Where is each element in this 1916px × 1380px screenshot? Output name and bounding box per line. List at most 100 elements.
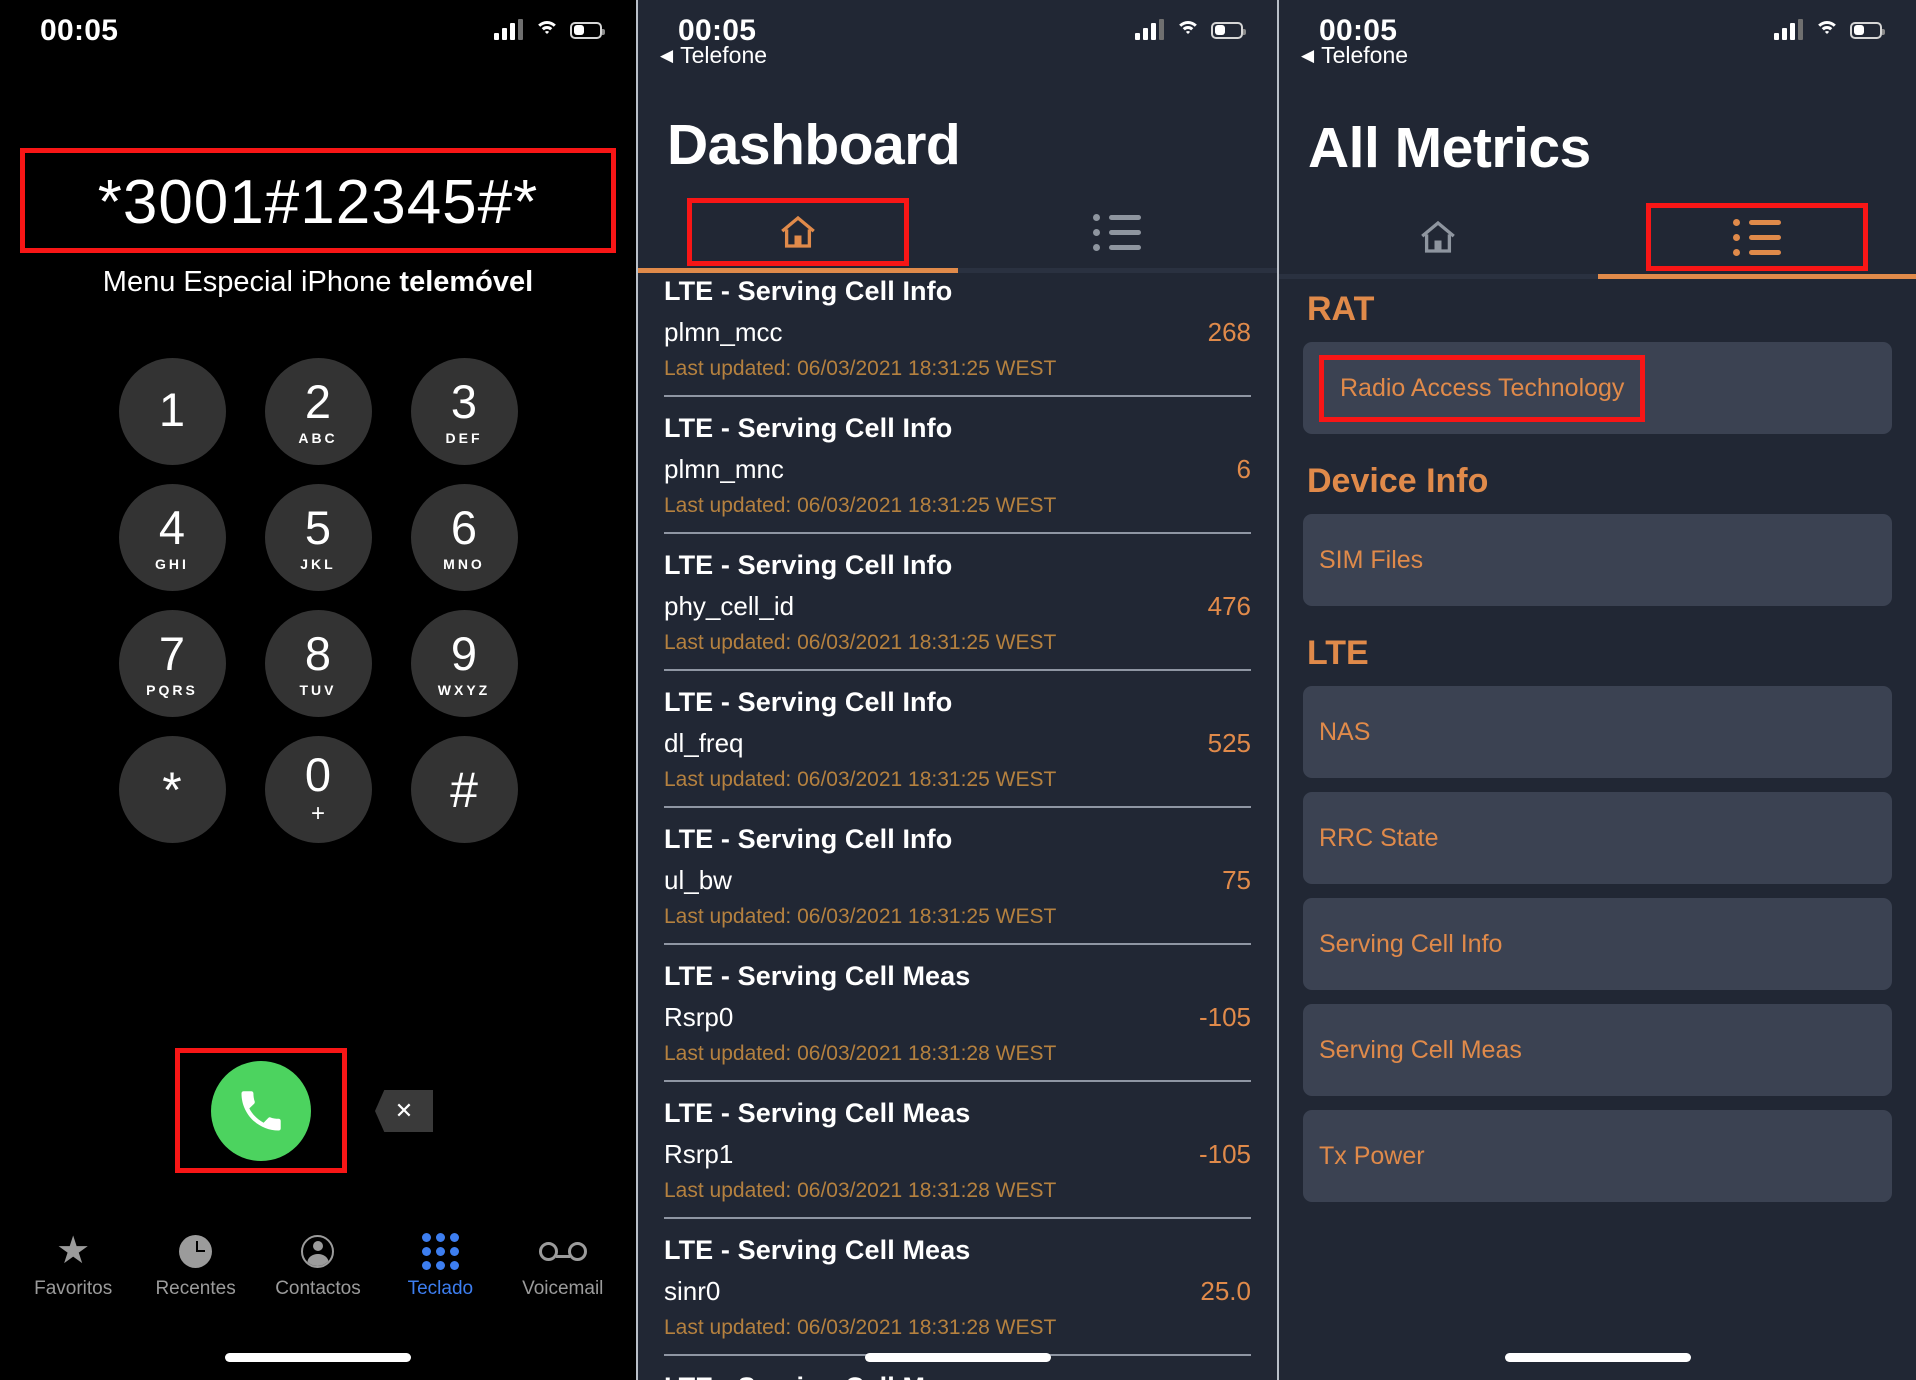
key-digit: 7 [158, 626, 186, 680]
key-letters: TUV [299, 681, 337, 698]
tab-recentes[interactable]: Recentes [144, 1233, 248, 1300]
tab-voicemail[interactable]: Voicemail [511, 1233, 615, 1300]
list-item[interactable]: LTE - Serving Cell Meas Rsrp1 -105 Last u… [638, 1082, 1277, 1203]
keypad-key-7[interactable]: 7 PQRS [99, 610, 245, 736]
list-item[interactable]: LTE - Serving Cell Info dl_freq 525 Last … [638, 671, 1277, 792]
metric-key: Rsrp1 [664, 1139, 734, 1169]
metric-value: 25.0 [1200, 1276, 1251, 1306]
keypad-key-3[interactable]: 3 DEF [391, 358, 537, 484]
call-row: ✕ [0, 1048, 636, 1180]
call-button-highlight [175, 1048, 347, 1173]
tab-dashboard[interactable] [638, 195, 958, 269]
keypad-key-2[interactable]: 2 ABC [245, 358, 391, 484]
metric-updated: Last updated: 06/03/2021 18:31:28 WEST [664, 1179, 1057, 1202]
keypad-key-star[interactable]: * [99, 736, 245, 862]
group-title-device-info: Device Info [1307, 462, 1489, 500]
keypad-key-6[interactable]: 6 MNO [391, 484, 537, 610]
metric-card-sim-files[interactable]: SIM Files [1303, 514, 1892, 606]
three-phone-screenshots: 00:05 *3001#12345#* Menu Especial iPhone… [0, 0, 1916, 1380]
dial-caption-bold: telemóvel [399, 266, 534, 299]
page-title: All Metrics [1308, 116, 1591, 180]
home-icon [780, 215, 815, 248]
metric-card-label: Tx Power [1319, 1141, 1425, 1170]
metric-key: sinr0 [664, 1276, 721, 1306]
keypad-key-8[interactable]: 8 TUV [245, 610, 391, 736]
list-item[interactable]: LTE - Serving Cell Meas Rsrp0 -105 Last u… [638, 945, 1277, 1066]
metric-category: LTE - Serving Cell Info [664, 413, 953, 443]
field-test-dashboard-screen: 00:05 ◀ Telefone Dashboard LTE - Serving… [636, 0, 1277, 1380]
call-button[interactable] [211, 1060, 311, 1161]
signal-bars-icon [1135, 19, 1164, 40]
key-letters: WXYZ [437, 681, 491, 698]
wifi-icon [1814, 20, 1839, 40]
tab-label: Recentes [155, 1278, 236, 1299]
metric-key: plmn_mnc [664, 454, 784, 484]
tab-label: Teclado [407, 1278, 474, 1299]
list-item[interactable]: LTE - Serving Cell Meas sinr0 25.0 Last u… [638, 1219, 1277, 1340]
list-item[interactable]: LTE - Serving Cell Info ul_bw 75 Last upd… [638, 808, 1277, 929]
tab-contactos[interactable]: Contactos [266, 1233, 370, 1300]
tab-all-metrics[interactable] [958, 195, 1278, 269]
tab-label: Favoritos [34, 1278, 113, 1299]
keypad-key-4[interactable]: 4 GHI [99, 484, 245, 610]
battery-icon [1850, 21, 1885, 39]
dial-keypad: 1 2 ABC 3 DEF 4 GHI 5 JKL 6 MNO 7 PQRS 8 TUV 9W… [0, 358, 636, 862]
home-indicator[interactable] [864, 1353, 1051, 1362]
keypad-grid-icon [421, 1232, 459, 1270]
phone-tab-bar: ★ Favoritos Recentes Contactos Teclado V… [0, 1232, 636, 1328]
metric-updated: Last updated: 06/03/2021 18:31:25 WEST [664, 357, 1057, 380]
metric-card-rrc-state[interactable]: RRC State [1303, 792, 1892, 884]
metric-card-label: Radio Access Technology [1319, 354, 1646, 422]
metric-category: LTE - Serving Cell Info [664, 824, 953, 854]
back-to-telefone-link[interactable]: ◀ Telefone [1301, 42, 1408, 69]
keypad-key-0[interactable]: 0 + [245, 736, 391, 862]
key-digit: # [450, 761, 478, 818]
metric-value: 525 [1207, 728, 1251, 758]
metric-updated: Last updated: 06/03/2021 18:31:25 WEST [664, 905, 1057, 928]
tab-favoritos[interactable]: ★ Favoritos [21, 1232, 125, 1300]
list-item[interactable]: LTE - Serving Cell Info phy_cell_id 476 L… [638, 534, 1277, 655]
metric-updated: Last updated: 06/03/2021 18:31:25 WEST [664, 768, 1057, 791]
metric-updated: Last updated: 06/03/2021 18:31:25 WEST [664, 494, 1057, 517]
metric-card-nas[interactable]: NAS [1303, 686, 1892, 778]
key-letters: GHI [155, 555, 189, 572]
home-indicator[interactable] [1504, 1353, 1691, 1362]
dashboard-metric-list: LTE - Serving Cell Info plmn_mcc 268 Last… [638, 260, 1277, 1380]
metric-card-serving-cell-meas[interactable]: Serving Cell Meas [1303, 1004, 1892, 1096]
home-indicator[interactable] [225, 1353, 411, 1362]
metric-card-tx-power[interactable]: Tx Power [1303, 1110, 1892, 1202]
metric-card-label: Serving Cell Meas [1319, 1035, 1522, 1064]
metric-card-serving-cell-info[interactable]: Serving Cell Info [1303, 898, 1892, 990]
delete-backspace-button[interactable]: ✕ [375, 1090, 433, 1132]
back-to-telefone-link[interactable]: ◀ Telefone [660, 42, 767, 69]
tab-all-metrics-highlight [1645, 203, 1868, 271]
metric-card-label: NAS [1319, 717, 1371, 746]
voicemail-icon [538, 1241, 587, 1261]
metric-category: LTE - Serving Cell Info [664, 687, 953, 717]
dial-caption: Menu Especial iPhone telemóvel [20, 266, 616, 299]
list-icon [1732, 218, 1781, 256]
metric-value: -105 [1198, 1002, 1251, 1032]
dialed-number-field[interactable]: *3001#12345#* [20, 148, 616, 254]
tab-teclado[interactable]: Teclado [388, 1232, 492, 1300]
key-digit: 4 [158, 500, 186, 554]
tab-label: Voicemail [522, 1278, 604, 1299]
key-digit: 3 [450, 374, 478, 428]
keypad-key-9[interactable]: 9 WXYZ [391, 610, 537, 736]
keypad-key-5[interactable]: 5 JKL [245, 484, 391, 610]
phone-handset-icon [241, 1090, 281, 1130]
metric-updated: Last updated: 06/03/2021 18:31:28 WEST [664, 1042, 1057, 1065]
back-caret-icon: ◀ [1301, 46, 1315, 65]
metric-card-label: RRC State [1319, 823, 1439, 852]
tab-dashboard-highlight [686, 198, 909, 266]
keypad-key-1[interactable]: 1 [99, 358, 245, 484]
metric-card-radio-access-technology[interactable]: Radio Access Technology [1303, 342, 1892, 434]
wifi-icon [534, 20, 559, 40]
all-metrics-list: RAT Radio Access Technology Device Info … [1279, 262, 1916, 1380]
key-letters: MNO [443, 555, 485, 572]
list-item[interactable]: LTE - Serving Cell Info plmn_mcc 268 Last… [638, 260, 1277, 381]
key-letters: PQRS [146, 681, 198, 698]
keypad-key-hash[interactable]: # [391, 736, 537, 862]
group-title-rat: RAT [1307, 290, 1375, 328]
list-item[interactable]: LTE - Serving Cell Info plmn_mnc 6 Last u… [638, 397, 1277, 518]
